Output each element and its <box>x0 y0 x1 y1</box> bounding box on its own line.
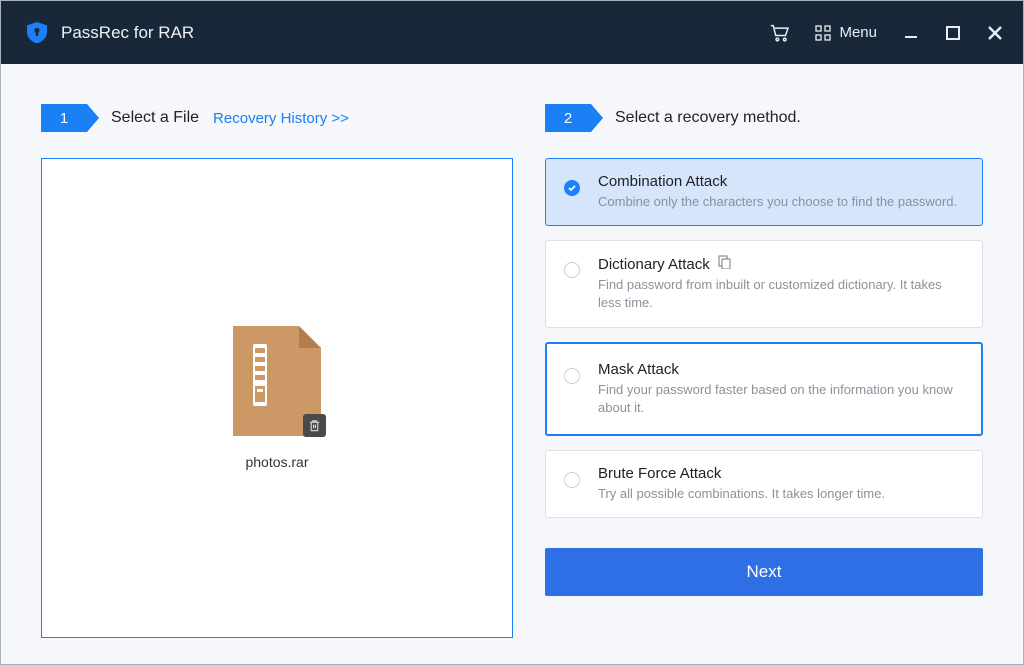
method-title-text: Dictionary Attack <box>598 256 710 273</box>
radio-icon <box>564 368 580 384</box>
method-title: Dictionary Attack <box>598 255 962 273</box>
method-title: Combination Attack <box>598 173 962 190</box>
step1-header: 1 Select a File Recovery History >> <box>41 104 513 132</box>
method-desc: Combine only the characters you choose t… <box>598 193 962 211</box>
delete-file-button[interactable] <box>303 414 326 437</box>
step1-number: 1 <box>41 104 87 132</box>
recovery-history-link[interactable]: Recovery History >> <box>213 110 349 127</box>
method-body: Mask Attack Find your password faster bas… <box>598 361 962 417</box>
file-drop-zone[interactable]: photos.rar <box>41 158 513 638</box>
menu-button[interactable]: Menu <box>815 24 877 41</box>
radio-icon <box>564 472 580 488</box>
method-desc: Find your password faster based on the i… <box>598 381 962 417</box>
method-title-text: Mask Attack <box>598 361 679 378</box>
minimize-button[interactable] <box>903 25 919 41</box>
close-button[interactable] <box>987 25 1003 41</box>
method-body: Combination Attack Combine only the chara… <box>598 173 962 211</box>
step2-title: Select a recovery method. <box>615 109 801 127</box>
method-card-2[interactable]: Mask Attack Find your password faster bas… <box>545 342 983 436</box>
method-title: Brute Force Attack <box>598 465 962 482</box>
next-button[interactable]: Next <box>545 548 983 596</box>
cart-icon[interactable] <box>769 24 789 42</box>
main-content: 1 Select a File Recovery History >> <box>1 64 1023 664</box>
left-column: 1 Select a File Recovery History >> <box>41 104 513 638</box>
method-card-3[interactable]: Brute Force Attack Try all possible combi… <box>545 450 983 518</box>
dictionary-file-icon[interactable] <box>718 255 732 273</box>
step2-number: 2 <box>545 104 591 132</box>
method-title-text: Combination Attack <box>598 173 727 190</box>
method-card-0[interactable]: Combination Attack Combine only the chara… <box>545 158 983 226</box>
titlebar: PassRec for RAR Menu <box>1 1 1023 64</box>
step1-title: Select a File <box>111 109 199 127</box>
titlebar-actions: Menu <box>769 24 1003 42</box>
file-name: photos.rar <box>245 454 308 470</box>
right-column: 2 Select a recovery method. Combination … <box>545 104 983 638</box>
method-body: Brute Force Attack Try all possible combi… <box>598 465 962 503</box>
app-title: PassRec for RAR <box>61 23 769 43</box>
method-title-text: Brute Force Attack <box>598 465 721 482</box>
method-desc: Find password from inbuilt or customized… <box>598 276 962 312</box>
method-body: Dictionary Attack Find password from inbu… <box>598 255 962 312</box>
method-card-1[interactable]: Dictionary Attack Find password from inbu… <box>545 240 983 327</box>
radio-icon <box>564 262 580 278</box>
method-title: Mask Attack <box>598 361 962 378</box>
recovery-methods-list: Combination Attack Combine only the chara… <box>545 158 983 518</box>
step2-header: 2 Select a recovery method. <box>545 104 983 132</box>
method-desc: Try all possible combinations. It takes … <box>598 485 962 503</box>
shield-icon <box>27 22 47 44</box>
radio-icon <box>564 180 580 196</box>
menu-label: Menu <box>839 24 877 41</box>
maximize-button[interactable] <box>945 25 961 41</box>
file-icon <box>233 326 321 436</box>
